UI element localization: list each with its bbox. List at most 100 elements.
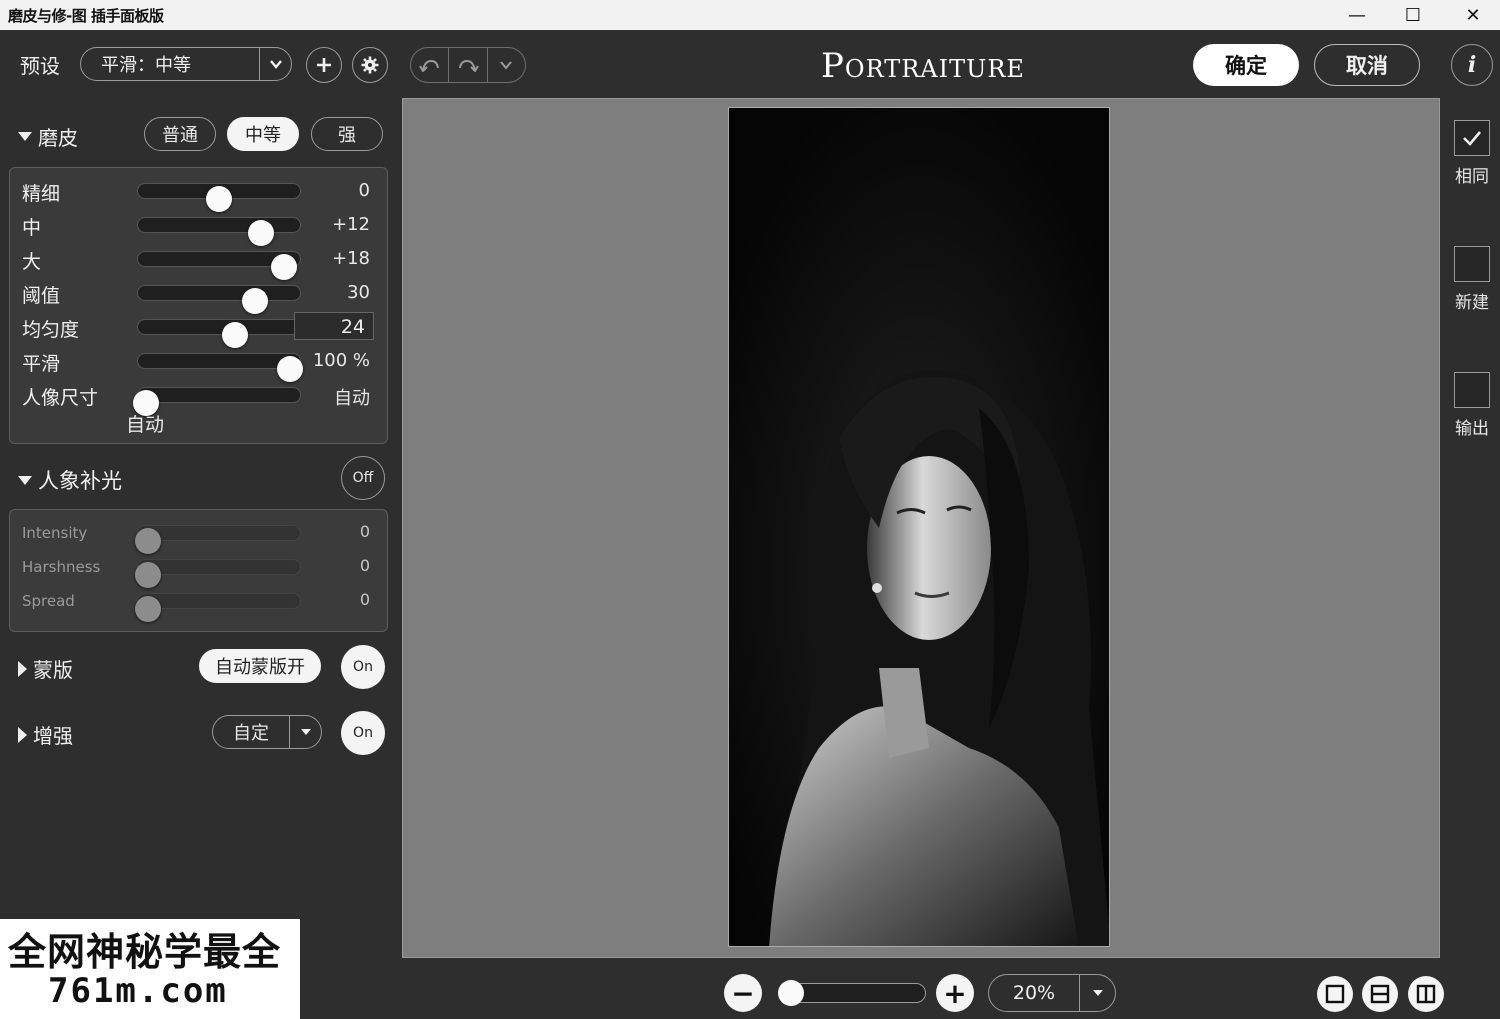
split-horizontal-icon	[1370, 984, 1390, 1004]
slider-knob[interactable]	[270, 254, 297, 280]
redo-icon	[458, 59, 479, 72]
enhance-toggle[interactable]: On	[341, 711, 385, 755]
chevron-down-icon[interactable]	[259, 48, 291, 80]
auto-mask-button[interactable]: 自动蒙版开	[199, 649, 321, 683]
preset-select[interactable]: 平滑：中等	[80, 47, 292, 81]
slider-track[interactable]	[137, 319, 301, 348]
enhance-section-header[interactable]: 增强	[18, 720, 73, 749]
slider-knob[interactable]	[248, 220, 275, 246]
skin-sliders-panel: 精细 0 中 +12 大 +18 阈值 30 均匀度 24 平滑 100 % 人…	[9, 167, 388, 444]
gear-icon	[361, 56, 379, 74]
slider-knob[interactable]	[134, 528, 161, 554]
strength-option-normal[interactable]: 普通	[144, 117, 216, 151]
enhance-select-value: 自定	[233, 723, 269, 744]
mask-section-header[interactable]: 蒙版	[18, 654, 73, 683]
slider-knob[interactable]	[222, 322, 249, 348]
zoom-level-value: 20%	[1012, 982, 1056, 1004]
slider-row-smooth: 平滑 100 %	[22, 346, 382, 382]
expand-triangle-icon	[18, 660, 27, 677]
slider-row-spread: Spread 0	[22, 586, 382, 622]
slider-knob[interactable]	[134, 562, 161, 588]
slider-track[interactable]	[137, 217, 301, 246]
single-view-button[interactable]	[1317, 976, 1353, 1012]
watermark: 全网神秘学最全 761m.com	[0, 919, 300, 1019]
history-dropdown-button[interactable]	[488, 48, 525, 82]
slider-track[interactable]	[134, 559, 301, 588]
slider-value: 30	[347, 282, 370, 303]
check-icon	[1463, 131, 1481, 146]
slider-track[interactable]	[137, 251, 301, 280]
slider-track[interactable]	[137, 353, 304, 382]
enhance-section-title: 增强	[33, 724, 73, 748]
ok-button[interactable]: 确定	[1193, 44, 1299, 86]
slider-row-uniformity: 均匀度 24	[22, 312, 382, 348]
slider-track[interactable]	[133, 387, 301, 416]
slider-label: Spread	[22, 592, 75, 610]
same-view-option[interactable]: 相同	[1452, 120, 1492, 187]
slider-knob[interactable]	[277, 356, 304, 382]
relight-toggle[interactable]: Off	[341, 456, 385, 500]
new-layer-label: 新建	[1455, 293, 1489, 313]
slider-value: 0	[359, 522, 370, 541]
watermark-line1: 全网神秘学最全	[8, 930, 282, 974]
slider-knob[interactable]	[206, 186, 232, 212]
enhance-select[interactable]: 自定	[212, 715, 322, 749]
add-preset-button[interactable]	[306, 47, 342, 83]
zoom-slider[interactable]	[778, 980, 926, 1006]
minimize-button[interactable]: —	[1334, 0, 1380, 30]
zoom-out-button[interactable]: −	[724, 974, 762, 1012]
maximize-button[interactable]: ☐	[1390, 0, 1436, 30]
zoom-slider-knob[interactable]	[778, 980, 805, 1006]
mask-toggle[interactable]: On	[341, 645, 385, 689]
skin-section-header[interactable]: 磨皮	[18, 122, 78, 151]
window-title: 磨皮与修-图 插手面板版	[8, 7, 164, 25]
relight-sliders-panel: Intensity 0 Harshness 0 Spread 0	[9, 509, 388, 632]
slider-row-intensity: Intensity 0	[22, 518, 382, 554]
split-vertical-icon	[1416, 984, 1436, 1004]
slider-value: +18	[332, 248, 370, 269]
slider-row-large: 大 +18	[22, 244, 382, 280]
cancel-button[interactable]: 取消	[1314, 44, 1420, 86]
slider-track[interactable]	[134, 593, 301, 622]
checkbox-checked[interactable]	[1454, 120, 1490, 156]
slider-track[interactable]	[134, 525, 301, 554]
slider-label: Harshness	[22, 558, 101, 576]
slider-label: 中	[22, 217, 42, 239]
slider-knob[interactable]	[134, 596, 161, 622]
settings-button[interactable]	[352, 47, 388, 83]
window-titlebar: 磨皮与修-图 插手面板版 — ☐ ✕	[0, 0, 1500, 30]
slider-track[interactable]	[137, 285, 301, 314]
strength-option-medium[interactable]: 中等	[227, 117, 299, 151]
split-vertical-button[interactable]	[1408, 976, 1444, 1012]
collapse-triangle-icon	[18, 132, 32, 141]
relight-section-header[interactable]: 人象补光	[18, 465, 122, 495]
undo-button[interactable]	[411, 48, 450, 82]
portrait-image	[729, 108, 1109, 946]
strength-option-strong[interactable]: 强	[311, 117, 383, 151]
info-button[interactable]: i	[1451, 44, 1493, 86]
slider-label: Intensity	[22, 524, 88, 542]
zoom-level-select[interactable]: 20%	[988, 974, 1116, 1012]
same-view-label: 相同	[1455, 167, 1489, 187]
skin-section-title: 磨皮	[38, 126, 78, 150]
expand-triangle-icon	[18, 726, 27, 743]
checkbox[interactable]	[1454, 246, 1490, 282]
slider-track[interactable]	[137, 183, 301, 212]
collapse-triangle-icon	[18, 475, 32, 485]
relight-section-title: 人象补光	[38, 469, 122, 493]
slider-row-harshness: Harshness 0	[22, 552, 382, 588]
close-button[interactable]: ✕	[1450, 0, 1496, 30]
slider-label: 阈值	[22, 285, 61, 307]
output-option[interactable]: 输出	[1452, 372, 1492, 439]
caret-down-icon[interactable]	[1079, 975, 1115, 1011]
caret-down-icon[interactable]	[289, 716, 321, 748]
checkbox[interactable]	[1454, 372, 1490, 408]
preview-photo[interactable]	[728, 107, 1110, 947]
new-layer-option[interactable]: 新建	[1452, 246, 1492, 313]
slider-knob[interactable]	[241, 288, 268, 314]
uniformity-value-input[interactable]: 24	[294, 312, 374, 340]
redo-button[interactable]	[449, 48, 488, 82]
zoom-in-button[interactable]: +	[936, 974, 974, 1012]
watermark-line2: 761m.com	[48, 971, 228, 1011]
split-horizontal-button[interactable]	[1362, 976, 1398, 1012]
